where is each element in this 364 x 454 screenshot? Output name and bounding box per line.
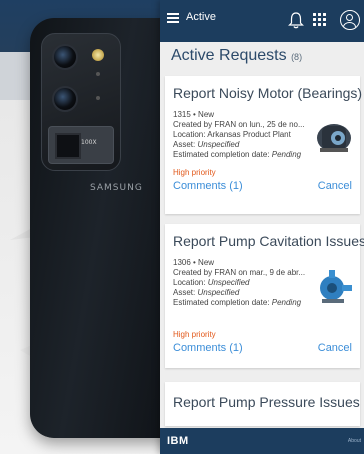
zoom-camera: 100X: [48, 126, 114, 164]
apps-grid-icon[interactable]: [313, 13, 327, 27]
request-title[interactable]: Report Pump Cavitation Issues: [173, 233, 364, 249]
request-meta: 1306 • New Created by FRAN on mar., 9 de…: [173, 258, 315, 308]
footer: IBM About: [160, 428, 364, 454]
phone-brand: SAMSUNG: [90, 183, 143, 193]
request-created: Created by FRAN on lun., 25 de no...: [173, 120, 305, 129]
request-asset: Asset: Unspecified: [173, 288, 240, 297]
ibm-logo: IBM: [167, 435, 189, 447]
camera-flash: [92, 49, 104, 61]
request-completion: Estimated completion date: Pending: [173, 150, 302, 159]
priority-label: High priority: [173, 330, 216, 339]
request-id-status: 1306 • New: [173, 258, 215, 267]
section-title-text: Active Requests: [171, 47, 287, 64]
top-bar: Active: [160, 0, 364, 42]
camera-module: 100X: [41, 33, 121, 171]
camera-lens: [52, 44, 78, 70]
comments-link[interactable]: Comments (1): [173, 342, 243, 354]
about-link[interactable]: About: [348, 438, 361, 444]
request-title[interactable]: Report Pump Pressure Issues: [173, 394, 360, 410]
request-location: Location: Unspecified: [173, 278, 250, 287]
motor-icon: [317, 124, 351, 152]
comments-link[interactable]: Comments (1): [173, 180, 243, 192]
bell-icon[interactable]: [288, 11, 304, 29]
menu-icon[interactable]: [167, 13, 179, 23]
request-title[interactable]: Report Noisy Motor (Bearings): [173, 85, 362, 101]
request-count: (8): [291, 52, 303, 62]
request-id-status: 1315 • New: [173, 110, 215, 119]
zoom-lens-window: [55, 133, 81, 159]
priority-label: High priority: [173, 168, 216, 177]
camera-sensor: [96, 96, 100, 100]
request-location: Location: Arkansas Product Plant: [173, 130, 291, 139]
camera-sensor: [96, 72, 100, 76]
request-card[interactable]: Report Pump Pressure Issues: [165, 382, 360, 426]
app-panel: Active Active Requests (8) Report Noisy …: [160, 0, 364, 454]
request-asset: Asset: Unspecified: [173, 140, 240, 149]
request-created: Created by FRAN on mar., 9 de abr...: [173, 268, 306, 277]
pump-icon: [320, 270, 352, 303]
cancel-link[interactable]: Cancel: [318, 342, 352, 354]
request-completion: Estimated completion date: Pending: [173, 298, 302, 307]
section-title: Active Requests (8): [171, 47, 302, 65]
zoom-label: 100X: [81, 139, 97, 146]
page-title: Active: [186, 11, 216, 23]
request-meta: 1315 • New Created by FRAN on lun., 25 d…: [173, 110, 315, 160]
request-card[interactable]: Report Pump Cavitation Issues 1306 • New…: [165, 224, 364, 368]
camera-lens: [52, 86, 78, 112]
user-icon[interactable]: [340, 10, 360, 30]
request-card[interactable]: Report Noisy Motor (Bearings) 1315 • New…: [165, 76, 362, 214]
cancel-link[interactable]: Cancel: [318, 180, 352, 192]
